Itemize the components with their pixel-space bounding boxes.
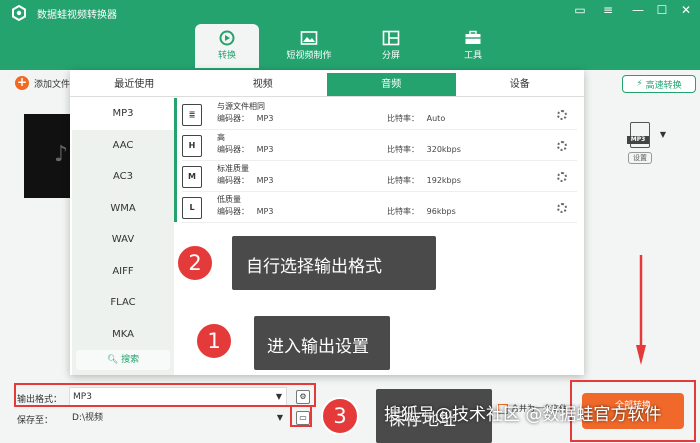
- highlight-folder: [290, 405, 312, 427]
- format-badge: MP3: [627, 136, 649, 144]
- add-file-button[interactable]: + 添加文件: [15, 76, 70, 90]
- step-number-1: 1: [195, 322, 233, 360]
- preset-name: 低质量: [217, 195, 241, 204]
- preset-quality-icon: ≣: [182, 104, 202, 126]
- tab-short-video[interactable]: 短视频制作: [277, 24, 341, 68]
- tab-video[interactable]: 视频: [199, 73, 328, 96]
- preset-name: 标准质量: [217, 164, 249, 173]
- highlight-output-format: [14, 383, 316, 407]
- search-icon: 🔍︎: [106, 355, 119, 365]
- tab-split-screen-label: 分屏: [381, 51, 400, 61]
- split-screen-icon: [382, 30, 400, 46]
- preset-encoder: 编码器： MP3: [217, 207, 274, 216]
- tab-tools-label: 工具: [463, 51, 482, 61]
- output-format-thumb[interactable]: MP3 ▼ 设置: [622, 122, 666, 164]
- feedback-icon[interactable]: ▭: [570, 3, 590, 17]
- save-to-label: 保存至：: [17, 416, 54, 426]
- preset-name: 高: [217, 133, 225, 142]
- gear-icon[interactable]: [557, 172, 567, 182]
- format-item[interactable]: FLAC: [72, 287, 174, 319]
- image-frame-icon: [300, 31, 318, 45]
- format-item[interactable]: AAC: [72, 130, 174, 162]
- add-file-label: 添加文件: [34, 79, 71, 90]
- maximize-button[interactable]: ☐: [652, 3, 672, 17]
- speed-convert-label: 高速转换: [645, 80, 682, 91]
- preset-bitrate: 比特率： 96kbps: [387, 207, 456, 216]
- format-item[interactable]: WMA: [72, 193, 174, 225]
- preset-encoder: 编码器： MP3: [217, 145, 274, 154]
- gear-icon[interactable]: [557, 110, 567, 120]
- tab-short-video-label: 短视频制作: [286, 51, 332, 61]
- watermark: 搜狐号@技术社区 @数据蛙官方软件: [384, 405, 662, 425]
- close-button[interactable]: ✕: [676, 3, 696, 17]
- format-item[interactable]: AIFF: [72, 256, 174, 288]
- menu-icon[interactable]: ≡: [598, 3, 618, 17]
- preset-row[interactable]: ≣ 与源文件相同 编码器： MP3 比特率： Auto: [182, 100, 577, 130]
- gear-icon[interactable]: [557, 203, 567, 213]
- audio-file-icon: MP3: [627, 122, 650, 148]
- format-item[interactable]: AC3: [72, 161, 174, 193]
- preset-row[interactable]: L 低质量 编码器： MP3 比特率： 96kbps: [182, 193, 577, 223]
- preset-encoder: 编码器： MP3: [217, 114, 274, 123]
- app-logo-icon: [12, 5, 26, 21]
- tab-convert-label: 转换: [217, 51, 236, 61]
- format-search[interactable]: 🔍︎ 搜索: [76, 350, 170, 370]
- settings-button[interactable]: 设置: [628, 152, 652, 164]
- chevron-down-icon: ▼: [276, 413, 283, 422]
- lightning-icon: ⚡: [636, 79, 643, 89]
- video-thumbnail[interactable]: ♪: [24, 114, 70, 198]
- app-title: 数据蛙视频转换器: [37, 10, 117, 21]
- preset-row[interactable]: H 高 编码器： MP3 比特率： 320kbps: [182, 131, 577, 161]
- search-label: 搜索: [121, 355, 140, 365]
- minimize-button[interactable]: —: [628, 3, 648, 17]
- preset-scroll-indicator: [174, 98, 177, 222]
- format-item[interactable]: WAV: [72, 224, 174, 256]
- title-bar: 数据蛙视频转换器 ▭ ≡ — ☐ ✕ 转换 短视频制作 分屏 工具: [0, 0, 700, 70]
- preset-bitrate: 比特率： 192kbps: [387, 176, 461, 185]
- preset-name: 与源文件相同: [217, 102, 265, 111]
- convert-icon: [219, 30, 235, 46]
- tab-device[interactable]: 设备: [456, 73, 585, 96]
- preset-quality-icon: H: [182, 135, 202, 157]
- plus-icon: +: [15, 75, 29, 90]
- callout-2: 自行选择输出格式: [232, 236, 436, 290]
- format-list: MP3 AAC AC3 WMA WAV AIFF FLAC MKA 🔍︎ 搜索: [72, 98, 174, 375]
- tab-split-screen[interactable]: 分屏: [359, 24, 423, 68]
- callout-1-text: 进入输出设置: [267, 337, 369, 357]
- music-note-icon: ♪: [54, 142, 69, 167]
- tab-convert[interactable]: 转换: [195, 24, 259, 68]
- preset-encoder: 编码器： MP3: [217, 176, 274, 185]
- preset-quality-icon: L: [182, 197, 202, 219]
- arrow-down-icon: [636, 255, 646, 365]
- tab-recent[interactable]: 最近使用: [70, 73, 199, 96]
- save-path-value: D:\视频: [72, 413, 103, 423]
- preset-row[interactable]: M 标准质量 编码器： MP3 比特率： 192kbps: [182, 162, 577, 192]
- format-item[interactable]: MP3: [72, 98, 174, 130]
- callout-2-text: 自行选择输出格式: [246, 257, 382, 277]
- callout-1: 进入输出设置: [254, 316, 390, 370]
- toolbox-icon: [465, 30, 481, 44]
- format-panel-tabs: 最近使用 视频 音频 设备: [70, 73, 584, 97]
- preset-quality-icon: M: [182, 166, 202, 188]
- save-path-select[interactable]: D:\视频 ▼: [69, 408, 287, 428]
- preset-bitrate: 比特率： 320kbps: [387, 145, 461, 154]
- speed-convert-button[interactable]: ⚡ 高速转换: [622, 75, 696, 93]
- step-number-2: 2: [176, 244, 214, 282]
- format-item[interactable]: MKA: [72, 319, 174, 351]
- tab-audio[interactable]: 音频: [327, 73, 456, 96]
- tab-tools[interactable]: 工具: [441, 24, 505, 68]
- preset-bitrate: 比特率： Auto: [387, 114, 446, 123]
- step-number-3: 3: [321, 397, 359, 435]
- chevron-down-icon[interactable]: ▼: [660, 130, 666, 139]
- gear-icon[interactable]: [557, 141, 567, 151]
